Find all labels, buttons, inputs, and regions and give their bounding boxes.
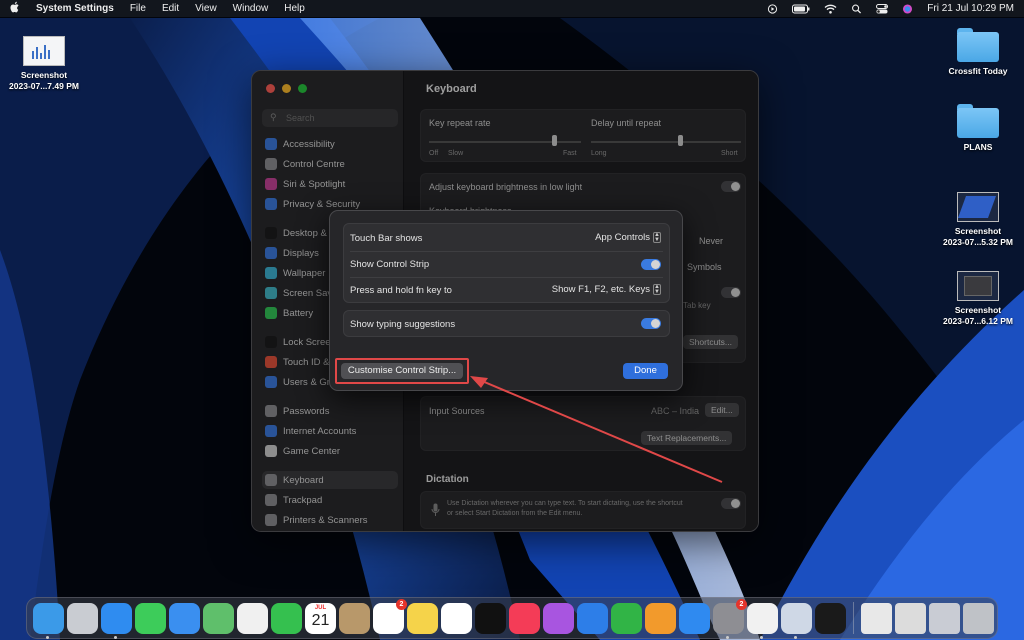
control-centre-icon[interactable] (876, 3, 889, 14)
typing-suggestions-label: Show typing suggestions (350, 319, 456, 330)
touch-bar-shows-row: Touch Bar shows App Controls ▲ ▼ (344, 225, 669, 251)
messages-icon[interactable] (135, 602, 166, 634)
typing-suggestions-group: Show typing suggestions (343, 310, 670, 337)
show-control-strip-label: Show Control Strip (350, 259, 430, 270)
screenshot-thumbnail-icon (957, 192, 999, 222)
typing-suggestions-toggle[interactable] (641, 318, 661, 329)
apple-logo-icon[interactable] (10, 1, 20, 16)
notification-badge: 2 (736, 598, 747, 610)
screenshot-stack-icon-2[interactable] (929, 602, 960, 634)
screenshot-thumbnail-icon (957, 271, 999, 301)
running-indicator (46, 635, 49, 639)
voice-memos-icon[interactable] (815, 602, 846, 634)
calendar-icon[interactable]: JUL 21 (305, 602, 336, 634)
popup-chevrons-icon: ▲ ▼ (653, 232, 661, 243)
desktop-item-screenshot-2[interactable]: Screenshot 2023-07...5.32 PM (936, 192, 1020, 248)
calendar-day: 21 (311, 611, 330, 629)
touch-bar-options-group: Touch Bar shows App Controls ▲ ▼ Show Con… (343, 223, 670, 303)
numbers-icon[interactable] (611, 602, 642, 634)
touch-bar-shows-label: Touch Bar shows (350, 233, 423, 244)
screenshot-thumbnail-icon (23, 36, 65, 66)
desktop-item-name: PLANS (963, 142, 993, 152)
desktop-item-crossfit-today[interactable]: Crossfit Today (940, 28, 1016, 77)
menu-app-name[interactable]: System Settings (36, 3, 114, 14)
launchpad-icon[interactable] (67, 602, 98, 634)
typing-suggestions-row: Show typing suggestions (344, 311, 669, 337)
show-control-strip-toggle[interactable] (641, 259, 661, 270)
calendar-month: JUL (314, 604, 327, 611)
preview-icon[interactable] (781, 602, 812, 639)
photos-icon[interactable] (237, 602, 268, 634)
menu-bar-status-area: Fri 21 Jul 10:29 PM (767, 3, 1014, 14)
mail-icon[interactable] (169, 602, 200, 634)
app-store-icon[interactable] (679, 602, 710, 634)
done-button[interactable]: Done (623, 363, 668, 379)
menu-view[interactable]: View (195, 3, 217, 14)
battery-icon[interactable] (792, 4, 810, 14)
screenshots-stack-icon[interactable] (895, 602, 926, 634)
desktop-item-name: Screenshot (20, 70, 68, 80)
notes-icon[interactable] (407, 602, 438, 634)
popup-chevrons-icon: ▲ ▼ (653, 284, 661, 295)
menu-bar: System Settings File Edit View Window He… (0, 0, 1024, 17)
fn-key-label: Press and hold fn key to (350, 285, 452, 296)
chrome-icon[interactable] (747, 602, 778, 639)
siri-icon[interactable] (902, 3, 913, 14)
touch-bar-shows-popup[interactable]: App Controls ▲ ▼ (595, 232, 661, 243)
document-thumbnail-icon[interactable] (861, 602, 892, 634)
fn-key-row: Press and hold fn key to Show F1, F2, et… (344, 277, 669, 303)
desktop-item-sub: 2023-07...6.12 PM (943, 316, 1013, 326)
pages-icon[interactable] (645, 602, 676, 634)
menu-bar-clock[interactable]: Fri 21 Jul 10:29 PM (927, 3, 1014, 14)
menu-window[interactable]: Window (233, 3, 269, 14)
desktop-item-sub: 2023-07...5.32 PM (943, 237, 1013, 247)
menu-file[interactable]: File (130, 3, 146, 14)
contacts-icon[interactable] (339, 602, 370, 634)
reminders-icon[interactable]: 2 (373, 598, 407, 634)
safari-icon[interactable] (101, 602, 132, 639)
wifi-icon[interactable] (824, 4, 837, 14)
dock: JUL 21 2 2 (26, 597, 998, 639)
desktop-item-name: Screenshot (954, 305, 1002, 315)
desktop-item-screenshot-1[interactable]: Screenshot 2023-07...7.49 PM (6, 36, 82, 92)
desktop-item-sub: 2023-07...7.49 PM (9, 81, 79, 91)
podcasts-icon[interactable] (543, 602, 574, 634)
dock-separator (853, 602, 854, 634)
spotlight-search-icon[interactable] (851, 4, 862, 14)
trash-icon[interactable] (963, 602, 994, 634)
music-icon[interactable] (509, 602, 540, 634)
facetime-icon[interactable] (271, 602, 302, 634)
touch-bar-shows-value: App Controls (595, 232, 650, 243)
keynote-icon[interactable] (577, 602, 608, 634)
fn-key-value: Show F1, F2, etc. Keys (551, 284, 650, 295)
folder-icon (957, 104, 999, 138)
running-indicator (760, 635, 763, 639)
running-indicator (114, 635, 117, 639)
annotation-highlight-box (335, 358, 469, 384)
finder-icon[interactable] (33, 602, 64, 639)
running-indicator (794, 635, 797, 639)
show-control-strip-row: Show Control Strip (344, 251, 669, 277)
apple-tv-icon[interactable] (475, 602, 506, 634)
running-indicator (726, 635, 729, 639)
desktop-item-plans[interactable]: PLANS (940, 104, 1016, 153)
system-settings-icon[interactable]: 2 (713, 598, 747, 639)
menu-edit[interactable]: Edit (162, 3, 179, 14)
fn-key-popup[interactable]: Show F1, F2, etc. Keys ▲ ▼ (552, 284, 661, 295)
desktop-item-name: Crossfit Today (948, 66, 1008, 76)
desktop-item-screenshot-3[interactable]: Screenshot 2023-07...6.12 PM (936, 271, 1020, 327)
desktop-item-name: Screenshot (954, 226, 1002, 236)
freeform-icon[interactable] (441, 602, 472, 634)
folder-icon (957, 28, 999, 62)
menu-help[interactable]: Help (284, 3, 305, 14)
screen-record-icon[interactable] (767, 3, 778, 14)
notification-badge: 2 (396, 598, 407, 610)
maps-icon[interactable] (203, 602, 234, 634)
